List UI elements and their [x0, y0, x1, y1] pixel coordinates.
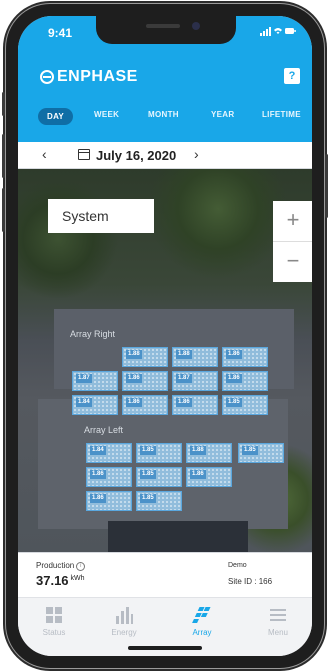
panel[interactable]: 1.84: [86, 443, 132, 463]
signal-wifi-battery-icon: [260, 26, 296, 39]
panel-value: 1.86: [176, 398, 192, 407]
date-navigator: ‹ July 16, 2020 ›: [18, 142, 312, 169]
panel-value: 1.86: [126, 374, 142, 383]
production-number: 37.16: [36, 573, 69, 588]
site-id-label: Site ID :: [228, 577, 257, 586]
nav-array-label: Array: [192, 628, 212, 637]
production-summary: Production i 37.16 kWh Demo Site ID : 166: [18, 552, 312, 597]
zoom-out-button[interactable]: −: [273, 242, 312, 282]
panel[interactable]: 1.86: [122, 371, 168, 391]
enphase-logo-icon: [40, 70, 54, 84]
panel-value: 1.87: [176, 374, 192, 383]
tab-month[interactable]: MONTH: [148, 110, 179, 119]
prev-date-button[interactable]: ‹: [42, 146, 47, 162]
nav-array[interactable]: Array: [174, 606, 230, 637]
home-indicator[interactable]: [128, 646, 202, 650]
production-value: 37.16 kWh: [36, 573, 85, 588]
app-header: ENPHASE ?: [18, 56, 312, 92]
panel-value: 1.85: [226, 398, 242, 407]
notch: [96, 16, 236, 44]
site-id-value: 166: [258, 577, 273, 586]
production-label-text: Production: [36, 561, 75, 570]
zoom-in-button[interactable]: +: [273, 201, 312, 242]
panel[interactable]: 1.85: [238, 443, 284, 463]
array-map[interactable]: System + − Array Right Array Left 1.88 1…: [18, 169, 312, 552]
tab-lifetime[interactable]: LIFETIME: [262, 110, 301, 119]
production-label: Production i: [36, 561, 86, 571]
panel-value: 1.86: [226, 350, 242, 359]
status-time: 9:41: [48, 26, 73, 40]
nav-status-label: Status: [42, 628, 66, 637]
app-screen: 9:41 ENPHASE ? DAY WEEK MONTH YEAR LIFET…: [18, 16, 312, 656]
status-grid-icon: [44, 606, 64, 624]
tab-day[interactable]: DAY: [38, 108, 74, 125]
nav-menu[interactable]: Menu: [250, 606, 306, 637]
panel[interactable]: 1.86: [86, 467, 132, 487]
panel[interactable]: 1.86: [172, 395, 218, 415]
panel-value: 1.85: [140, 470, 156, 479]
help-button[interactable]: ?: [284, 68, 300, 84]
array-left-label: Array Left: [84, 425, 124, 435]
nav-energy[interactable]: Energy: [96, 606, 152, 637]
panel[interactable]: 1.84: [72, 395, 118, 415]
panel[interactable]: 1.85: [136, 491, 182, 511]
info-icon[interactable]: i: [76, 562, 86, 571]
view-selector[interactable]: System: [48, 199, 154, 233]
panel[interactable]: 1.88: [172, 347, 218, 367]
production-unit: kWh: [70, 575, 85, 582]
site-id: Site ID : 166: [228, 577, 272, 586]
front-camera: [192, 22, 200, 30]
volume-up-button: [2, 134, 5, 178]
panel[interactable]: 1.86: [122, 395, 168, 415]
range-tabs: DAY WEEK MONTH YEAR LIFETIME: [18, 92, 312, 142]
energy-bars-icon: [114, 606, 134, 624]
panel[interactable]: 1.85: [136, 443, 182, 463]
phone-frame: 9:41 ENPHASE ? DAY WEEK MONTH YEAR LIFET…: [2, 4, 328, 668]
panel-value: 1.86: [90, 470, 106, 479]
power-button: [325, 154, 328, 218]
tab-week[interactable]: WEEK: [94, 110, 119, 119]
panel[interactable]: 1.88: [122, 347, 168, 367]
panel[interactable]: 1.86: [86, 491, 132, 511]
panel[interactable]: 1.88: [186, 443, 232, 463]
panel-value: 1.88: [126, 350, 142, 359]
panel-value: 1.86: [190, 470, 206, 479]
panel[interactable]: 1.86: [186, 467, 232, 487]
panel-value: 1.87: [76, 374, 92, 383]
mute-switch: [2, 92, 5, 116]
calendar-icon[interactable]: [78, 149, 90, 160]
panel-value: 1.84: [90, 446, 106, 455]
panel-value: 1.85: [140, 446, 156, 455]
nav-menu-label: Menu: [267, 628, 288, 637]
brand-name: ENPHASE: [57, 68, 138, 85]
panel-value: 1.86: [226, 374, 242, 383]
array-panels-icon: [192, 606, 212, 624]
nav-status[interactable]: Status: [26, 606, 82, 637]
garage: [108, 521, 248, 552]
panel-value: 1.88: [176, 350, 192, 359]
panel-value: 1.85: [242, 446, 258, 455]
next-date-button[interactable]: ›: [194, 146, 199, 162]
menu-hamburger-icon: [268, 606, 288, 624]
panel-value: 1.86: [126, 398, 142, 407]
volume-down-button: [2, 188, 5, 232]
brand-logo: ENPHASE: [40, 68, 138, 86]
selected-date[interactable]: July 16, 2020: [96, 148, 176, 163]
panel-value: 1.85: [140, 494, 156, 503]
panel[interactable]: 1.87: [72, 371, 118, 391]
panel-value: 1.86: [90, 494, 106, 503]
tab-year[interactable]: YEAR: [211, 110, 234, 119]
panel[interactable]: 1.87: [172, 371, 218, 391]
panel-value: 1.84: [76, 398, 92, 407]
panel-value: 1.88: [190, 446, 206, 455]
panel[interactable]: 1.85: [136, 467, 182, 487]
panel[interactable]: 1.86: [222, 371, 268, 391]
panel[interactable]: 1.86: [222, 347, 268, 367]
nav-energy-label: Energy: [111, 628, 137, 637]
speaker: [146, 24, 180, 28]
panel[interactable]: 1.85: [222, 395, 268, 415]
demo-label: Demo: [228, 562, 247, 569]
array-right-label: Array Right: [70, 329, 116, 339]
